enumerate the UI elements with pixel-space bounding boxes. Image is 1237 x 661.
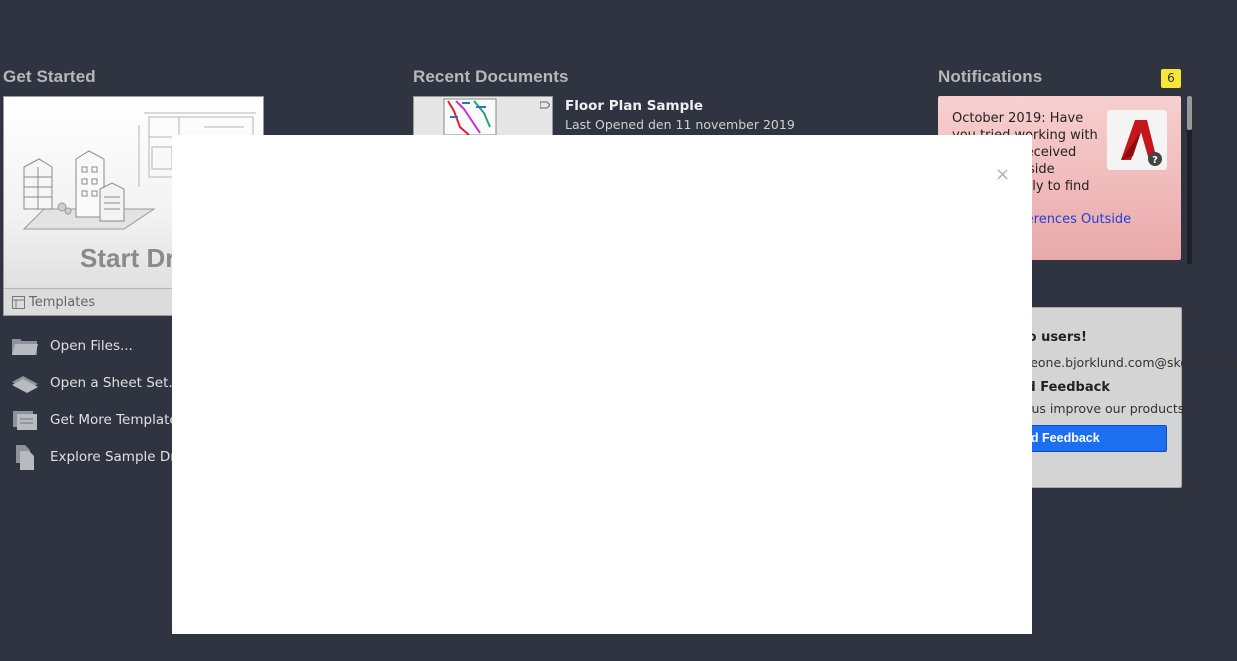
autocad-logo-icon: ? xyxy=(1107,110,1167,170)
sample-drawings-icon xyxy=(10,443,40,471)
document-thumbnail[interactable] xyxy=(413,96,553,136)
notifications-title: Notifications xyxy=(938,67,1043,86)
get-started-title: Get Started xyxy=(3,67,96,86)
document-last-opened: Last Opened den 11 november 2019 xyxy=(565,117,795,132)
templates-online-icon xyxy=(10,406,40,434)
open-files-label: Open Files... xyxy=(50,337,133,354)
feedback-user-email: (someone.bjorklund.com@ske-elteknik.se) xyxy=(999,355,1237,370)
templates-icon xyxy=(12,295,25,309)
close-icon[interactable]: × xyxy=(995,164,1010,185)
notifications-scrollbar-thumb[interactable] xyxy=(1187,96,1192,130)
modal-dialog: × xyxy=(172,135,1032,634)
sheet-set-icon xyxy=(10,369,40,397)
templates-label: Templates xyxy=(29,294,96,310)
pin-icon[interactable] xyxy=(540,101,550,109)
svg-text:?: ? xyxy=(1152,155,1158,166)
open-sheet-set-label: Open a Sheet Set... xyxy=(50,374,182,391)
notifications-scrollbar[interactable] xyxy=(1187,96,1192,264)
notification-count-badge: 6 xyxy=(1161,69,1181,88)
document-title[interactable]: Floor Plan Sample xyxy=(565,98,703,114)
floor-plan-thumbnail-icon xyxy=(443,98,497,135)
folder-icon xyxy=(10,332,40,360)
recent-documents-title: Recent Documents xyxy=(413,67,569,86)
